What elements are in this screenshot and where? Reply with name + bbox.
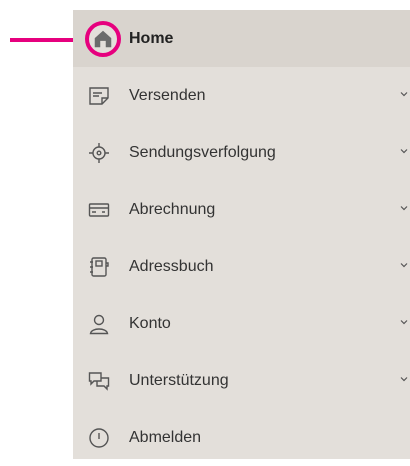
billing-card-icon — [87, 198, 111, 222]
sidebar-item-label: Versenden — [129, 86, 206, 104]
home-icon — [94, 30, 112, 47]
sidebar-item-abrechnung[interactable]: Abrechnung — [73, 181, 410, 238]
chevron-down-icon[interactable] — [400, 375, 408, 383]
chevron-down-icon[interactable] — [400, 204, 408, 212]
sidebar-item-label: Home — [129, 29, 174, 47]
sidebar-item-label: Unterstützung — [129, 371, 229, 389]
highlight-circle — [85, 20, 121, 57]
sidebar-item-sendungsverfolgung[interactable]: Sendungsverfolgung — [73, 124, 410, 181]
shipping-form-icon — [87, 84, 111, 108]
sidebar-item-abmelden[interactable]: Abmelden — [73, 409, 410, 466]
sidebar-item-adressbuch[interactable]: Adressbuch — [73, 238, 410, 295]
sidebar-item-unterstuetzung[interactable]: Unterstützung — [73, 352, 410, 409]
sidebar-item-home[interactable]: Home — [73, 10, 410, 67]
chevron-down-icon[interactable] — [400, 261, 408, 269]
sidebar-item-label: Abmelden — [129, 428, 202, 446]
sidebar-item-label: Adressbuch — [129, 257, 214, 275]
sidebar-nav: Home Versenden Sendungsverfolgung Abrech… — [73, 10, 410, 459]
chevron-down-icon[interactable] — [400, 318, 408, 326]
tracking-target-icon — [87, 141, 111, 165]
chevron-down-icon[interactable] — [400, 90, 408, 98]
sidebar-item-versenden[interactable]: Versenden — [73, 67, 410, 124]
address-book-icon — [87, 255, 111, 279]
sidebar-item-label: Sendungsverfolgung — [129, 143, 276, 161]
user-account-icon — [87, 312, 111, 336]
chevron-down-icon[interactable] — [400, 147, 408, 155]
sidebar-item-label: Abrechnung — [129, 200, 216, 218]
power-icon — [87, 426, 111, 450]
sidebar-item-label: Konto — [129, 314, 171, 332]
support-chat-icon — [87, 369, 111, 393]
sidebar-item-konto[interactable]: Konto — [73, 295, 410, 352]
